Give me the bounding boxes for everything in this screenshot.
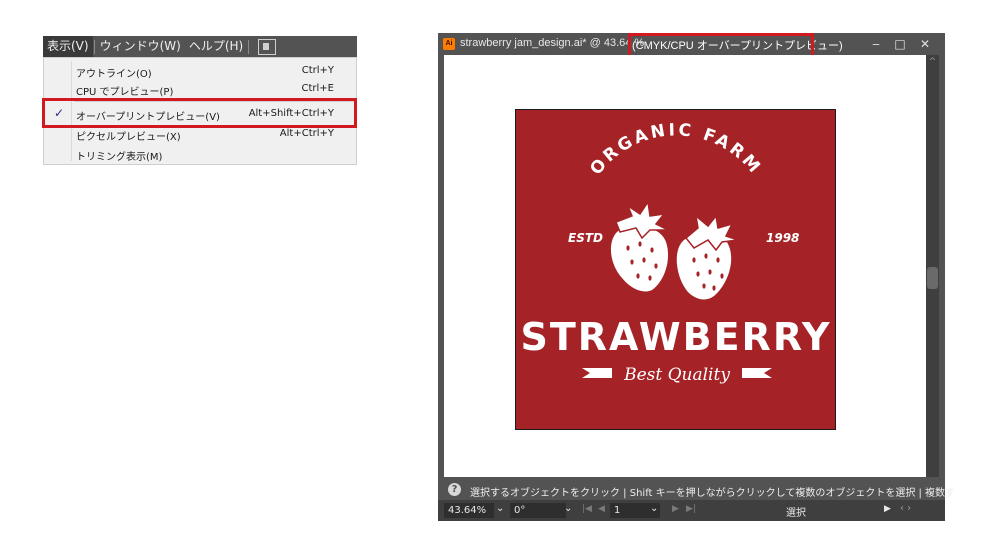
scroll-up-icon[interactable]: ^ — [926, 57, 939, 67]
document-title: strawberry jam_design.ai* @ 43.64 % — [460, 37, 645, 49]
menu-item-pixel-preview[interactable]: ピクセルプレビュー(X) Alt+Ctrl+Y — [44, 125, 356, 143]
menu-item-shortcut: Alt+Ctrl+Y — [279, 128, 334, 139]
color-mode-label: (CMYK/CPU オーバープリントプレビュー) — [632, 40, 843, 52]
document-canvas[interactable]: ORGANIC FARM ESTD 1998 STRAWBERRY Best Q… — [444, 55, 926, 477]
info-icon: ? — [448, 483, 461, 496]
play-icon[interactable]: ▶ — [884, 504, 891, 514]
menu-divider — [74, 101, 354, 102]
strawberry-right-icon — [676, 214, 739, 300]
menu-bar: 表示(V) ウィンドウ(W) ヘルプ(H) — [43, 36, 357, 57]
menu-item-label: アウトライン(O) — [76, 69, 152, 80]
menu-item-cpu-preview[interactable]: CPU でプレビュー(P) Ctrl+E — [44, 80, 356, 98]
menu-separator — [248, 39, 250, 54]
view-menu-dropdown: アウトライン(O) Ctrl+Y CPU でプレビュー(P) Ctrl+E ✓ … — [43, 57, 357, 165]
scroll-arrows-icon[interactable]: ‹ › — [900, 503, 911, 514]
scrollbar-thumb[interactable] — [927, 267, 938, 289]
year-text: 1998 — [766, 231, 799, 245]
menu-separator — [93, 39, 95, 54]
strawberry-left-icon — [610, 199, 669, 292]
menu-item-outline[interactable]: アウトライン(O) Ctrl+Y — [44, 62, 356, 80]
menu-item-label: ピクセルプレビュー(X) — [76, 132, 181, 143]
strawberry-title: STRAWBERRY — [520, 315, 831, 359]
close-button[interactable]: ✕ — [914, 36, 936, 52]
previous-artboard-icon[interactable]: ◀ — [598, 504, 605, 514]
tagline-text: Best Quality — [623, 365, 730, 385]
rotation-dropdown-icon[interactable]: ⌄ — [564, 503, 572, 514]
vertical-scrollbar[interactable]: ^ — [926, 55, 939, 477]
ribbon-left-icon — [582, 368, 612, 378]
organic-farm-text: ORGANIC FARM — [586, 120, 765, 179]
menu-item-trim-view[interactable]: トリミング表示(M) — [44, 145, 356, 163]
title-bar[interactable]: Ai strawberry jam_design.ai* @ 43.64 % (… — [438, 33, 945, 55]
rotation-field[interactable]: 0° — [510, 503, 566, 518]
estd-text: ESTD — [568, 231, 603, 245]
document-window: Ai strawberry jam_design.ai* @ 43.64 % (… — [438, 33, 955, 521]
menu-item-shortcut: Alt+Shift+Ctrl+Y — [248, 108, 334, 119]
maximize-button[interactable]: □ — [889, 36, 911, 52]
menu-view[interactable]: 表示(V) — [43, 36, 93, 57]
status-bar: 43.64% ⌄ 0° ⌄ |◀ ◀ 1 ⌄ ▶ ▶| 選択 ▶ ‹ › — [438, 500, 945, 521]
illustrator-app-icon: Ai — [443, 38, 455, 50]
menu-item-label: CPU でプレビュー(P) — [76, 87, 174, 98]
menu-item-shortcut: Ctrl+E — [301, 83, 335, 94]
menu-window[interactable]: ウィンドウ(W) — [96, 36, 185, 57]
menu-help[interactable]: ヘルプ(H) — [185, 36, 247, 57]
menu-item-label: オーバープリントプレビュー(V) — [76, 112, 220, 123]
next-artboard-icon[interactable]: ▶ — [672, 504, 679, 514]
checkmark-icon: ✓ — [54, 106, 65, 120]
hint-bar: ? 選択するオブジェクトをクリック | Shift キーを押しながらクリックして… — [438, 480, 955, 500]
organic-farm-arc: ORGANIC FARM — [586, 120, 762, 179]
current-tool-label: 選択 — [786, 508, 806, 519]
hand-tool-icon[interactable] — [258, 38, 277, 55]
last-artboard-icon[interactable]: ▶| — [686, 504, 696, 514]
hint-text: 選択するオブジェクトをクリック | Shift キーを押しながらクリックして複数… — [470, 488, 956, 499]
minimize-button[interactable]: ‒ — [865, 36, 887, 52]
first-artboard-icon[interactable]: |◀ — [582, 504, 592, 514]
strawberry-logo: ORGANIC FARM ESTD 1998 STRAWBERRY Best Q… — [520, 120, 831, 385]
zoom-field[interactable]: 43.64% — [444, 503, 494, 518]
artboard-dropdown-icon[interactable]: ⌄ — [650, 503, 658, 514]
ribbon-right-icon — [742, 368, 772, 378]
menu-item-shortcut: Ctrl+Y — [301, 65, 334, 76]
artboard: ORGANIC FARM ESTD 1998 STRAWBERRY Best Q… — [515, 109, 836, 430]
menu-item-label: トリミング表示(M) — [76, 152, 163, 163]
zoom-dropdown-icon[interactable]: ⌄ — [496, 503, 504, 514]
menu-item-overprint-preview[interactable]: ✓ オーバープリントプレビュー(V) Alt+Shift+Ctrl+Y — [44, 105, 356, 123]
